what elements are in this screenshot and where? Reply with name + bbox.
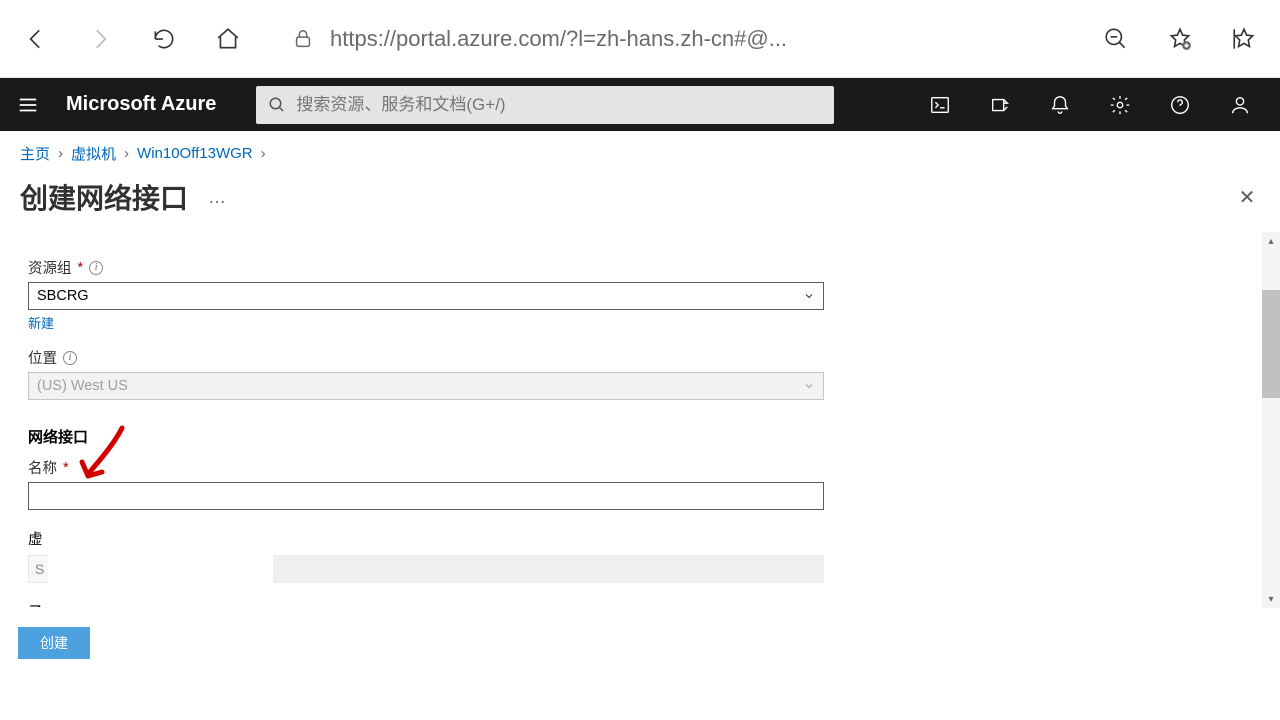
url-text: https://portal.azure.com/?l=zh-hans.zh-c… — [330, 26, 787, 52]
help-icon[interactable] — [1150, 78, 1210, 131]
breadcrumb: 主页 › 虚拟机 › Win10Off13WGR › — [0, 135, 1280, 171]
zoom-out-button[interactable] — [1096, 19, 1136, 59]
resource-group-label: 资源组* i — [28, 257, 1244, 278]
notifications-icon[interactable] — [1030, 78, 1090, 131]
info-icon[interactable]: i — [89, 261, 103, 275]
location-value: (US) West US — [37, 378, 128, 394]
breadcrumb-home[interactable]: 主页 — [20, 143, 50, 164]
breadcrumb-vmname[interactable]: Win10Off13WGR — [137, 145, 253, 162]
url-bar[interactable]: https://portal.azure.com/?l=zh-hans.zh-c… — [272, 26, 1072, 52]
nic-section-header: 网络接口 — [28, 426, 1244, 447]
refresh-button[interactable] — [144, 19, 184, 59]
chevron-right-icon: › — [261, 145, 266, 162]
vertical-scrollbar[interactable]: ▴ ▾ — [1262, 232, 1280, 608]
chevron-right-icon: › — [58, 145, 63, 162]
page-title-row: 创建网络接口 … ✕ — [0, 171, 1280, 227]
more-actions-icon[interactable]: … — [208, 187, 226, 208]
scroll-down-icon[interactable]: ▾ — [1262, 590, 1280, 608]
location-dropdown: (US) West US — [28, 372, 824, 400]
settings-icon[interactable] — [1090, 78, 1150, 131]
create-button[interactable]: 创建 — [18, 627, 90, 659]
search-icon — [268, 96, 286, 114]
create-new-link[interactable]: 新建 — [28, 313, 54, 332]
footer: 创建 — [18, 627, 90, 659]
form-panel: 资源组* i SBCRG 新建 位置 i (US) West US 网络接口 名… — [0, 227, 1280, 607]
collections-button[interactable] — [1224, 19, 1264, 59]
lock-icon — [292, 28, 314, 50]
browser-chrome: https://portal.azure.com/?l=zh-hans.zh-c… — [0, 0, 1280, 78]
vnet-label-cut: 虚 — [28, 528, 1244, 549]
close-blade-button[interactable]: ✕ — [1234, 184, 1260, 210]
location-label: 位置 i — [28, 347, 1244, 368]
favorites-add-button[interactable] — [1160, 19, 1200, 59]
menu-button[interactable] — [0, 78, 56, 131]
nic-name-input[interactable] — [28, 482, 824, 510]
directory-switcher-icon[interactable] — [970, 78, 1030, 131]
cloud-shell-icon[interactable] — [910, 78, 970, 131]
page-title: 创建网络接口 — [20, 177, 188, 217]
forward-button — [80, 19, 120, 59]
chevron-down-icon — [803, 380, 815, 392]
name-label: 名称* — [28, 457, 1244, 478]
resource-group-value: SBCRG — [37, 288, 89, 304]
azure-header: Microsoft Azure — [0, 78, 1280, 131]
info-icon[interactable]: i — [63, 351, 77, 365]
global-search[interactable] — [256, 86, 834, 124]
vnet-dropdown-cut[interactable]: S — [28, 555, 824, 583]
scroll-up-icon[interactable]: ▴ — [1262, 232, 1280, 250]
resource-group-dropdown[interactable]: SBCRG — [28, 282, 824, 310]
scroll-thumb[interactable] — [1262, 290, 1280, 398]
back-button[interactable] — [16, 19, 56, 59]
search-input[interactable] — [296, 95, 822, 115]
breadcrumb-vm[interactable]: 虚拟机 — [71, 143, 116, 164]
home-button[interactable] — [208, 19, 248, 59]
chevron-down-icon — [803, 290, 815, 302]
chevron-right-icon: › — [124, 145, 129, 162]
feedback-icon[interactable] — [1210, 78, 1270, 131]
subnet-label-cut: 子 — [28, 601, 1244, 607]
brand-label: Microsoft Azure — [56, 93, 236, 116]
